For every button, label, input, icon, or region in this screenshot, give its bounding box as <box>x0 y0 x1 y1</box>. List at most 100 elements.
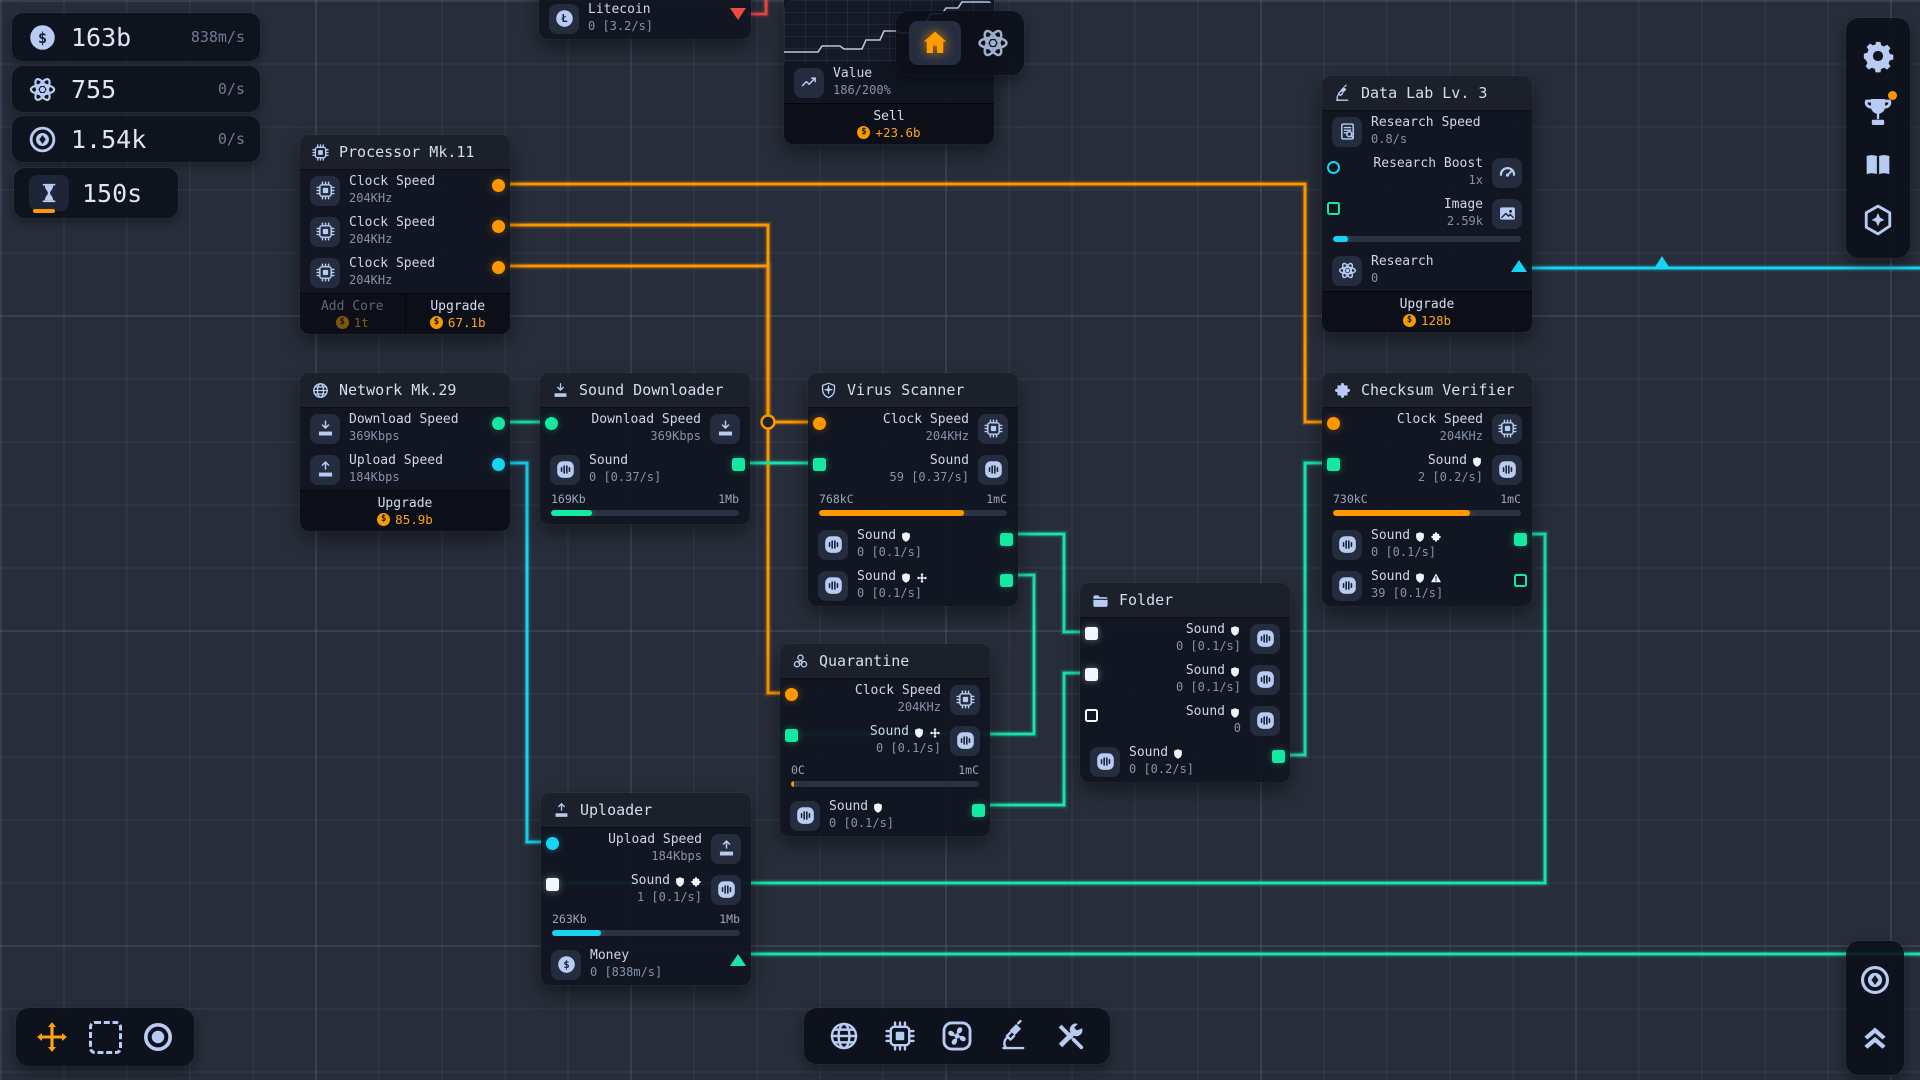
price-value: 128b <box>1421 313 1451 328</box>
game-canvas[interactable]: Processor Mk.11Clock Speed204KHzClock Sp… <box>0 0 1920 1080</box>
row-icon-tile: $ <box>551 950 581 980</box>
price-value: 67.1b <box>448 315 486 330</box>
node-data-lab[interactable]: Data Lab Lv. 3Research Speed0.8/sResearc… <box>1322 76 1532 332</box>
connector-input[interactable] <box>785 688 798 701</box>
row-icon-tile <box>310 217 340 247</box>
row-text: Value186/200% <box>833 66 891 98</box>
node-title: Folder <box>1119 591 1173 609</box>
connector-output[interactable] <box>730 8 746 20</box>
node-header: Uploader <box>541 793 751 828</box>
node-row: Sound0 <box>1080 700 1290 741</box>
connector-input[interactable] <box>813 417 826 430</box>
connector-input[interactable] <box>813 458 826 471</box>
node-network[interactable]: Network Mk.29Download Speed369KbpsUpload… <box>300 373 510 531</box>
tools-tab-button[interactable] <box>1053 1019 1087 1053</box>
network-tab-button[interactable] <box>827 1019 861 1053</box>
microscope-icon <box>997 1019 1031 1053</box>
row-text: Clock Speed204KHz <box>349 256 435 288</box>
row-value: 0 [838m/s] <box>590 965 662 981</box>
connector-output[interactable] <box>1000 533 1013 546</box>
node-header: Sound Downloader <box>540 373 750 408</box>
home-button[interactable] <box>909 21 961 65</box>
boost-button[interactable] <box>1858 1019 1892 1053</box>
connector-input[interactable] <box>785 729 798 742</box>
connector-output[interactable] <box>492 417 505 430</box>
progress-labels: 730kC1mC <box>1333 492 1521 506</box>
connector-input[interactable] <box>1327 417 1340 430</box>
connector-output[interactable] <box>492 458 505 471</box>
node-litecoin[interactable]: ŁLitecoin0 [3.2/s] <box>539 0 751 39</box>
node-title: Processor Mk.11 <box>339 143 474 161</box>
prestige-button[interactable] <box>1858 963 1892 997</box>
connector-input[interactable] <box>546 837 559 850</box>
badges-button[interactable] <box>1861 203 1895 237</box>
add-core-button[interactable]: Add Core$1t <box>300 294 405 334</box>
upgrade-button[interactable]: Upgrade$85.9b <box>300 491 510 531</box>
connector-input[interactable] <box>1085 668 1098 681</box>
encyclopedia-button[interactable] <box>1861 148 1895 182</box>
node-sound-downloader[interactable]: Sound DownloaderDownload Speed369KbpsSou… <box>540 373 750 524</box>
node-folder[interactable]: FolderSound0 [0.1/s]Sound0 [0.1/s]Sound0… <box>1080 583 1290 782</box>
node-uploader[interactable]: UploaderUpload Speed184KbpsSound1 [0.1/s… <box>541 793 751 985</box>
node-checksum-verifier[interactable]: Checksum VerifierClock Speed204KHzSound2… <box>1322 373 1532 606</box>
connector-input[interactable] <box>545 417 558 430</box>
row-value: 1 [0.1/s] <box>631 890 702 906</box>
upgrade-button[interactable]: Upgrade$128b <box>1322 292 1532 332</box>
connector-input[interactable] <box>1085 627 1098 640</box>
row-text: Sound0 <box>1186 704 1241 736</box>
row-icon-tile <box>711 834 741 864</box>
sell-button[interactable]: Sell$+23.6b <box>784 104 994 144</box>
node-header: Checksum Verifier <box>1322 373 1532 408</box>
svg-text:$: $ <box>563 959 569 971</box>
connector-input[interactable] <box>1327 161 1340 174</box>
row-value: 0 <box>1186 721 1241 737</box>
row-icon-tile <box>1332 256 1362 286</box>
row-label: Sound <box>1129 745 1194 762</box>
connector-input[interactable] <box>546 878 559 891</box>
upgrade-button[interactable]: Upgrade$67.1b <box>405 294 511 334</box>
connector-input[interactable] <box>1085 709 1098 722</box>
connector-output[interactable] <box>492 261 505 274</box>
connector-output[interactable] <box>1514 533 1527 546</box>
row-icon-tile <box>1250 665 1280 695</box>
connector-output[interactable] <box>492 220 505 233</box>
select-tool-button[interactable] <box>89 1021 122 1054</box>
price-value: 1t <box>354 315 369 330</box>
settings-button[interactable] <box>1861 39 1895 73</box>
connector-input[interactable] <box>1327 458 1340 471</box>
hardware-tab-button[interactable] <box>883 1019 917 1053</box>
connector-output[interactable] <box>1511 260 1527 272</box>
connector-output[interactable] <box>1000 574 1013 587</box>
connector-output[interactable] <box>492 179 505 192</box>
node-processor[interactable]: Processor Mk.11Clock Speed204KHzClock Sp… <box>300 135 510 334</box>
cooling-tab-button[interactable] <box>940 1019 974 1053</box>
row-text: Upload Speed184Kbps <box>608 832 702 864</box>
chip-icon <box>1497 418 1518 439</box>
shield-badge <box>900 572 912 584</box>
progress-track <box>1333 236 1521 242</box>
node-quarantine[interactable]: QuarantineClock Speed204KHzSound0 [0.1/s… <box>780 644 990 836</box>
row-text: Sound2 [0.2/s] <box>1418 453 1483 485</box>
folder-icon <box>1091 591 1110 610</box>
connector-input[interactable] <box>1327 202 1340 215</box>
button-price: $67.1b <box>430 315 486 330</box>
badge-icon <box>1861 203 1895 237</box>
node-virus-scanner[interactable]: Virus ScannerClock Speed204KHzSound59 [0… <box>808 373 1018 606</box>
connector-output[interactable] <box>1514 574 1527 587</box>
atom-icon <box>975 25 1011 61</box>
achievements-button[interactable] <box>1861 94 1895 128</box>
connector-output[interactable] <box>972 804 985 817</box>
row-icon-tile <box>310 176 340 206</box>
settings-atom-button[interactable] <box>975 25 1011 61</box>
row-text: Sound0 [0.1/s] <box>857 569 928 601</box>
move-tool-button[interactable] <box>35 1020 69 1054</box>
connector-output[interactable] <box>732 458 745 471</box>
research-tab-button[interactable] <box>997 1019 1031 1053</box>
stat-value: 755 <box>71 75 205 104</box>
row-value: 0.8/s <box>1371 132 1481 148</box>
node-title: Uploader <box>580 801 652 819</box>
hourglass-tile <box>29 175 69 211</box>
connector-output[interactable] <box>1272 750 1285 763</box>
circle-tool-button[interactable] <box>141 1020 175 1054</box>
connector-output[interactable] <box>730 954 746 966</box>
